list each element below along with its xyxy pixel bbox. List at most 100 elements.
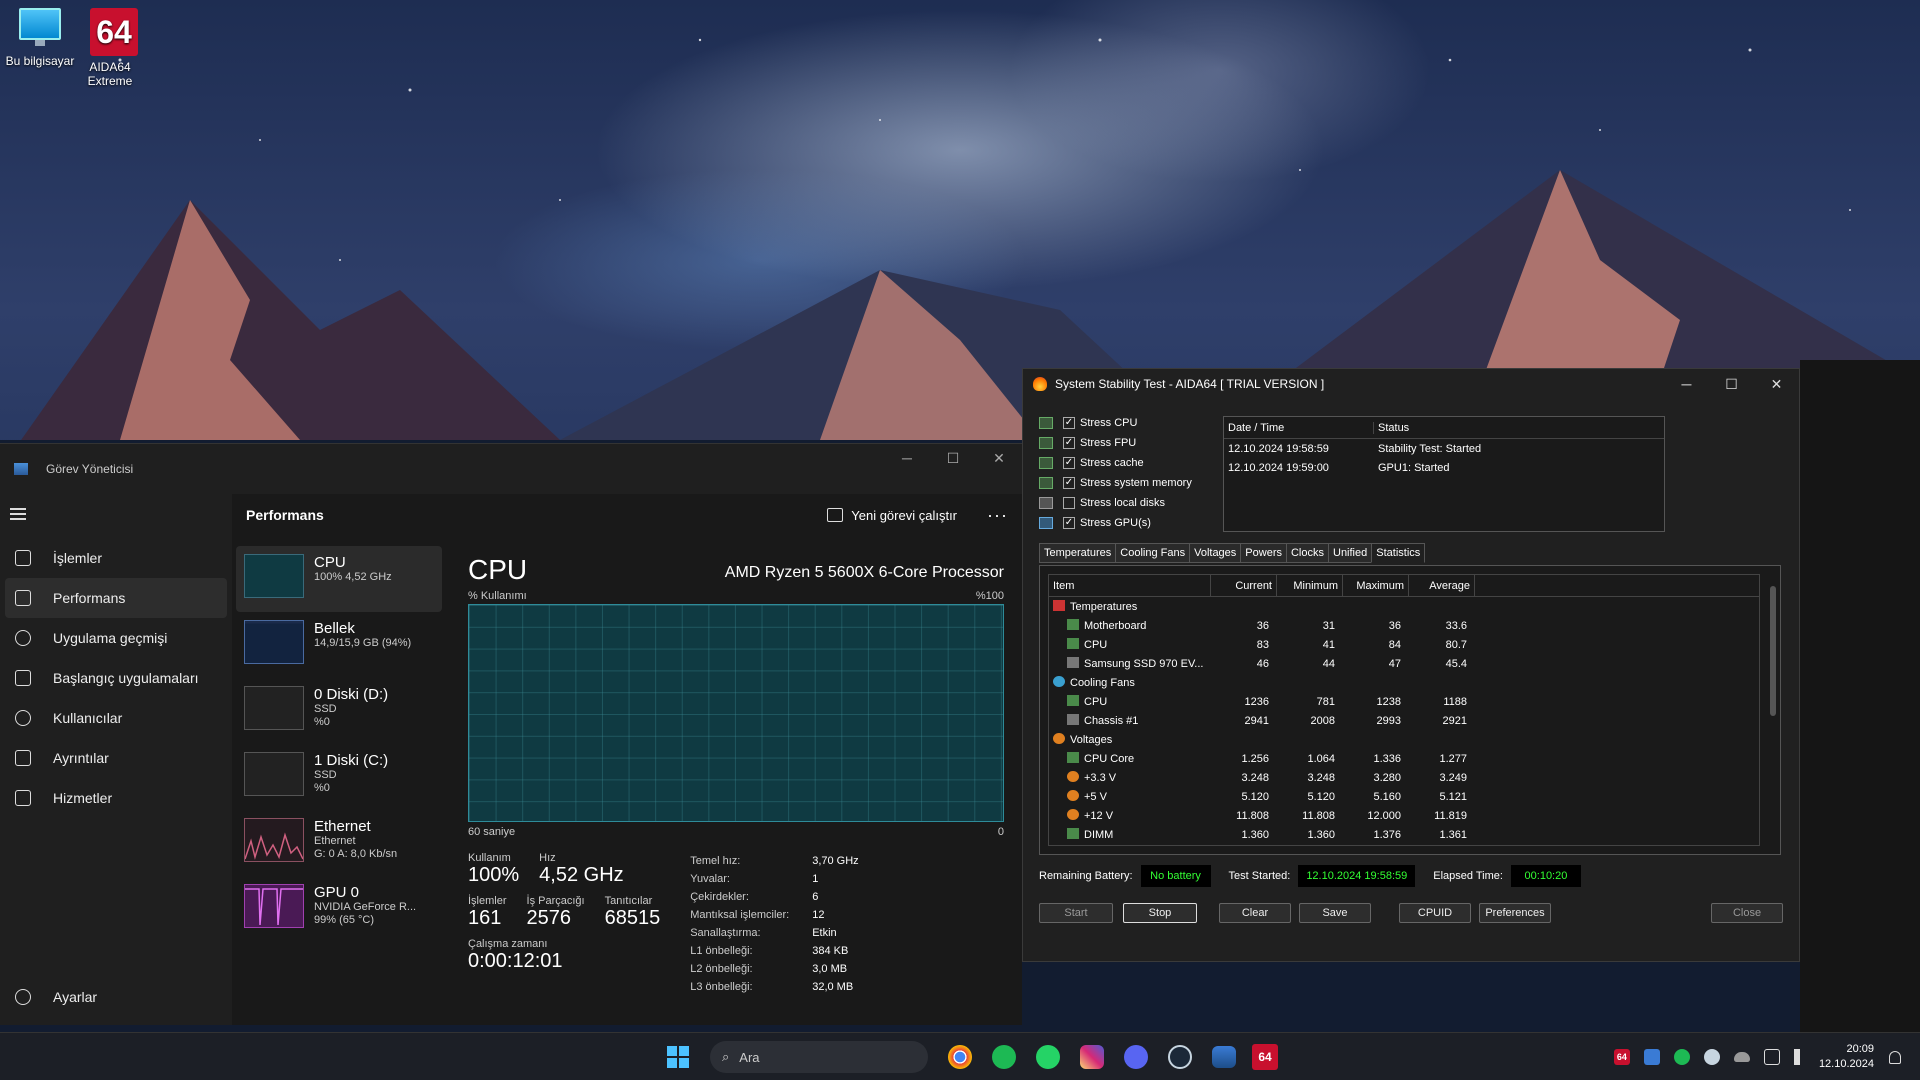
nav-users[interactable]: Kullanıcılar	[5, 698, 227, 738]
log-date: 12.10.2024 19:59:00	[1228, 461, 1329, 474]
device-cpu[interactable]: CPU 100% 4,52 GHz	[236, 546, 442, 612]
table-row[interactable]: CPU Core 1.256 1.064 1.336 1.277	[1049, 749, 1759, 768]
scrollbar[interactable]	[1770, 586, 1776, 716]
table-row[interactable]: Samsung SSD 970 EV... 46 44 47 45.4	[1049, 654, 1759, 673]
save-button[interactable]: Save	[1299, 903, 1371, 923]
task-manager-taskbar-icon[interactable]	[1212, 1046, 1236, 1068]
spec-key: Yuvalar:	[690, 873, 730, 885]
tab-unified[interactable]: Unified	[1328, 543, 1373, 563]
nav-performance[interactable]: Performans	[5, 578, 227, 618]
minimize-button[interactable]: ─	[1664, 369, 1709, 399]
column-header[interactable]: Minimum	[1277, 575, 1343, 597]
close-button[interactable]: ✕	[976, 444, 1022, 472]
stress-disks-checkbox[interactable]	[1063, 497, 1075, 509]
tab-powers[interactable]: Powers	[1240, 543, 1287, 563]
run-task-label: Yeni görevi çalıştır	[851, 507, 958, 523]
table-row[interactable]: Chassis #1 2941 2008 2993 2921	[1049, 711, 1759, 730]
stress-cpu-checkbox[interactable]: ✓	[1063, 417, 1075, 429]
device-disk-1[interactable]: 1 Diski (C:) SSD %0	[236, 744, 442, 810]
tab-clocks[interactable]: Clocks	[1285, 543, 1329, 563]
device-memory[interactable]: Bellek 14,9/15,9 GB (94%)	[236, 612, 442, 678]
table-row[interactable]: CPU 1236 781 1238 1188	[1049, 692, 1759, 711]
close-button[interactable]: ✕	[1754, 369, 1799, 399]
discord-icon[interactable]	[1124, 1045, 1148, 1069]
processes-value: 161	[468, 907, 502, 929]
table-row[interactable]: Cooling Fans	[1049, 673, 1759, 692]
desktop-icon-this-pc[interactable]: Bu bilgisayar	[0, 8, 80, 68]
device-ethernet[interactable]: Ethernet Ethernet G: 0 A: 8,0 Kb/sn	[236, 810, 442, 876]
table-row[interactable]: Powers	[1049, 844, 1759, 845]
nav-details[interactable]: Ayrıntılar	[5, 738, 227, 778]
device-gpu[interactable]: GPU 0 NVIDIA GeForce R... 99% (65 °C)	[236, 876, 442, 942]
nav-startup-apps[interactable]: Başlangıç uygulamaları	[5, 658, 227, 698]
column-header[interactable]: Maximum	[1343, 575, 1409, 597]
whatsapp-icon[interactable]	[1036, 1045, 1060, 1069]
network-icon[interactable]	[1763, 1049, 1780, 1065]
tab-statistics[interactable]: Statistics	[1371, 543, 1426, 563]
run-new-task-button[interactable]: Yeni görevi çalıştır	[827, 508, 957, 523]
notification-bell-icon[interactable]	[1889, 1050, 1901, 1064]
cloud-icon[interactable]	[1733, 1052, 1750, 1062]
maximize-button[interactable]: ☐	[1709, 369, 1754, 399]
table-row[interactable]: Voltages	[1049, 730, 1759, 749]
clock[interactable]: 20:09 12.10.2024	[1819, 1042, 1874, 1072]
value-cell: 5.120	[1307, 790, 1335, 803]
instagram-icon[interactable]	[1080, 1045, 1104, 1069]
table-row[interactable]: +3.3 V 3.248 3.248 3.280 3.249	[1049, 768, 1759, 787]
nav-services[interactable]: Hizmetler	[5, 778, 227, 818]
test-started-value: 12.10.2024 19:58:59	[1298, 865, 1416, 887]
taskbar: ⌕ Ara 64 64 20:09 12.10.2024	[0, 1032, 1920, 1080]
table-row[interactable]: +5 V 5.120 5.120 5.160 5.121	[1049, 787, 1759, 806]
chrome-icon[interactable]	[948, 1045, 972, 1069]
value-cell: 1.336	[1373, 752, 1401, 765]
stress-fpu-checkbox[interactable]: ✓	[1063, 437, 1075, 449]
minimize-button[interactable]: ─	[884, 444, 930, 472]
start-button[interactable]	[662, 1041, 694, 1073]
table-row[interactable]: Motherboard 36 31 36 33.6	[1049, 616, 1759, 635]
table-row[interactable]: DIMM 1.360 1.360 1.376 1.361	[1049, 825, 1759, 844]
column-header[interactable]: Current	[1211, 575, 1277, 597]
preferences-button[interactable]: Preferences	[1479, 903, 1551, 923]
cpuid-button[interactable]: CPUID	[1399, 903, 1471, 923]
processes-label: İşlemler	[468, 895, 507, 907]
tab-cooling-fans[interactable]: Cooling Fans	[1115, 543, 1191, 563]
spotify-icon[interactable]	[992, 1045, 1016, 1069]
nav-processes[interactable]: İşlemler	[5, 538, 227, 578]
checkbox-label: Stress local disks	[1080, 497, 1165, 509]
value-cell: 36	[1388, 619, 1401, 632]
aida64-taskbar-icon[interactable]: 64	[1252, 1044, 1278, 1070]
tab-voltages[interactable]: Voltages	[1189, 543, 1242, 563]
desktop-icon-aida64[interactable]: 64 AIDA64 Extreme	[74, 8, 154, 88]
nav-app-history[interactable]: Uygulama geçmişi	[5, 618, 227, 658]
table-row[interactable]: +12 V 11.808 11.808 12.000 11.819	[1049, 806, 1759, 825]
search-box[interactable]: ⌕ Ara	[710, 1041, 928, 1073]
maximize-button[interactable]: ☐	[930, 444, 976, 472]
spotify-tray-icon[interactable]	[1673, 1049, 1690, 1065]
app-tray-icon[interactable]	[1643, 1049, 1660, 1065]
stress-gpu-checkbox[interactable]: ✓	[1063, 517, 1075, 529]
stress-memory-checkbox[interactable]: ✓	[1063, 477, 1075, 489]
start-button[interactable]: Start	[1039, 903, 1113, 923]
steam-icon[interactable]	[1168, 1045, 1192, 1069]
column-header[interactable]: Item	[1049, 575, 1211, 597]
menu-toggle-button[interactable]	[0, 494, 232, 534]
fpu-chip-icon	[1039, 437, 1053, 449]
table-row[interactable]: Temperatures	[1049, 597, 1759, 616]
column-header[interactable]: Average	[1409, 575, 1475, 597]
spec-value: 3,70 GHz	[812, 855, 859, 867]
device-disk-0[interactable]: 0 Diski (D:) SSD %0	[236, 678, 442, 744]
log-status: Stability Test: Started	[1378, 442, 1482, 455]
ethernet-thumbnail	[244, 818, 304, 862]
steam-tray-icon[interactable]	[1703, 1049, 1720, 1065]
clear-button[interactable]: Clear	[1219, 903, 1291, 923]
table-row[interactable]: CPU 83 41 84 80.7	[1049, 635, 1759, 654]
volume-icon[interactable]	[1793, 1049, 1804, 1065]
aida64-tray-icon[interactable]: 64	[1613, 1049, 1630, 1065]
close-dialog-button[interactable]: Close	[1711, 903, 1783, 923]
stress-cache-checkbox[interactable]: ✓	[1063, 457, 1075, 469]
more-options-button[interactable]: ···	[987, 505, 1008, 526]
nav-settings[interactable]: Ayarlar	[5, 977, 227, 1017]
stop-button[interactable]: Stop	[1123, 903, 1197, 923]
tab-temperatures[interactable]: Temperatures	[1039, 543, 1117, 563]
sensor-icon	[1067, 828, 1079, 839]
